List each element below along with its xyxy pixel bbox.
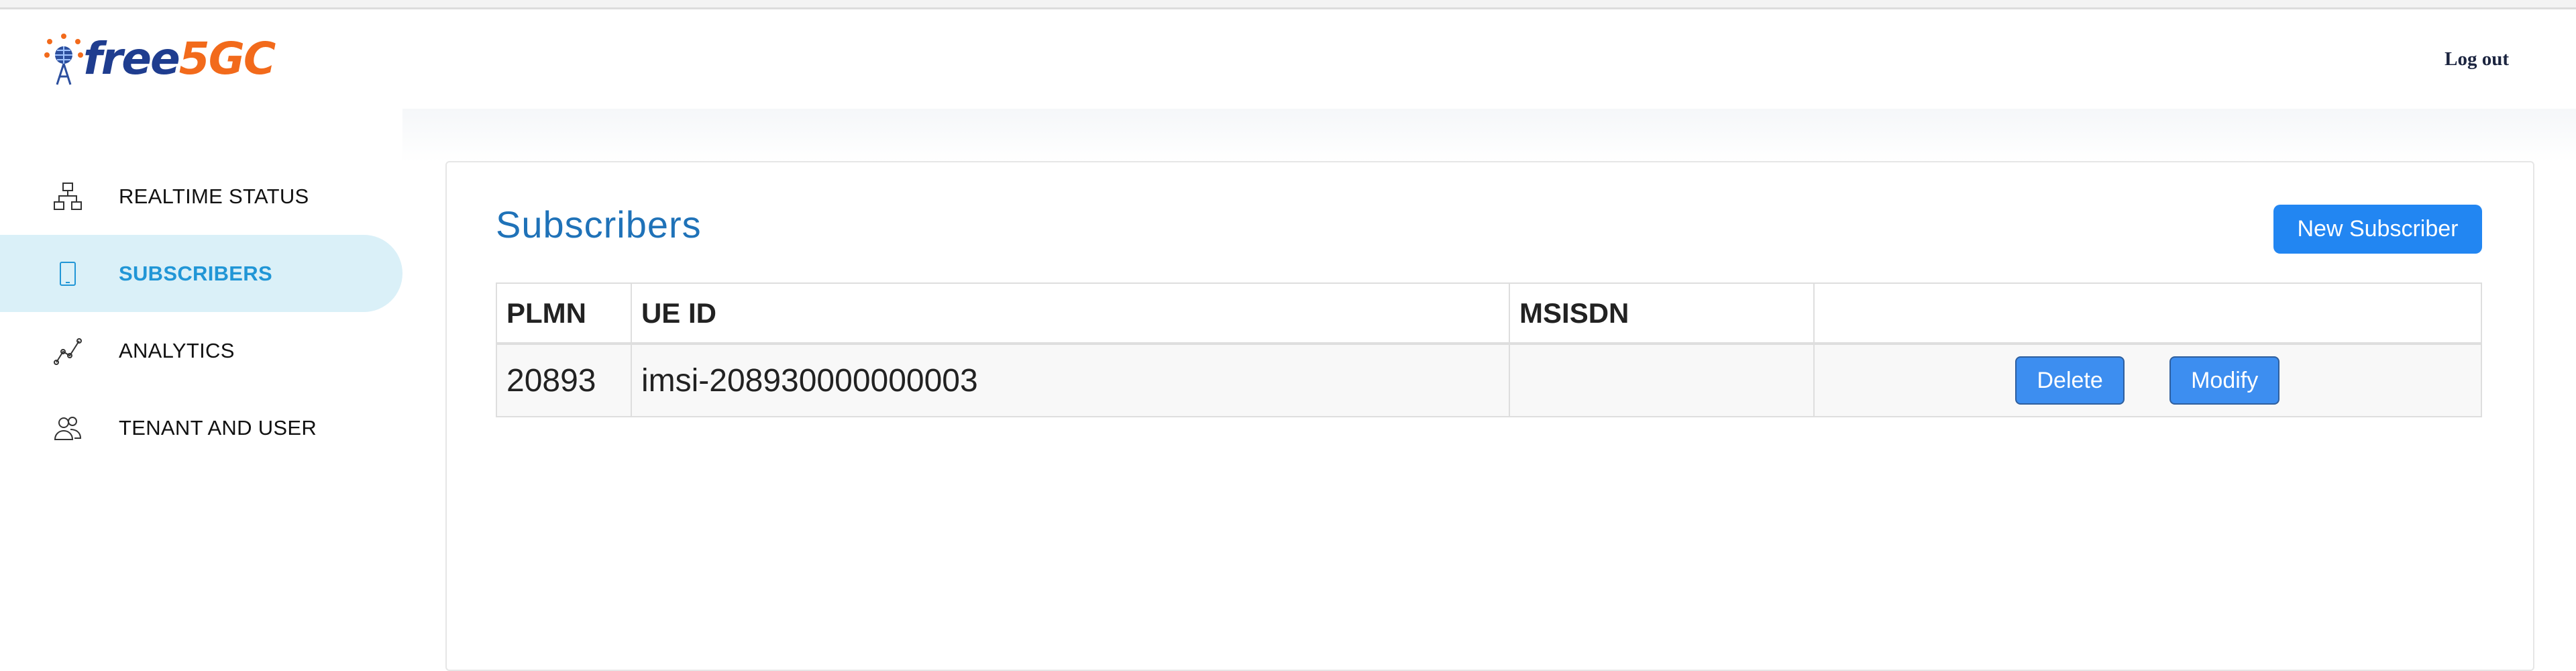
sitemap-icon: [52, 181, 83, 212]
column-header-actions: [1813, 282, 2483, 345]
sidebar: REALTIME STATUS SUBSCRIBERS ANALYTICS TE…: [0, 158, 402, 466]
page-title: Subscribers: [496, 203, 702, 246]
sidebar-item-analytics[interactable]: ANALYTICS: [0, 312, 402, 389]
cell-msisdn: [1509, 343, 1815, 417]
sidebar-item-subscribers[interactable]: SUBSCRIBERS: [0, 235, 402, 312]
cell-plmn: 20893: [496, 343, 632, 417]
cell-actions: Delete Modify: [1813, 343, 2483, 417]
table-row[interactable]: 20893 imsi-208930000000003 Delete Modify: [496, 343, 2483, 417]
column-header-ue-id[interactable]: UE ID: [630, 282, 1511, 345]
subscribers-table: PLMN UE ID MSISDN 20893 imsi-20893000000…: [496, 282, 2483, 417]
tablet-icon: [52, 258, 83, 289]
sidebar-item-label: SUBSCRIBERS: [119, 261, 272, 285]
table-header-row: PLMN UE ID MSISDN: [496, 282, 2483, 345]
sidebar-item-realtime-status[interactable]: REALTIME STATUS: [0, 158, 402, 235]
antenna-globe-icon: [44, 32, 83, 86]
sidebar-item-label: ANALYTICS: [119, 338, 235, 362]
users-icon: [52, 413, 83, 444]
cell-ue-id: imsi-208930000000003: [630, 343, 1511, 417]
sidebar-item-tenant-and-user[interactable]: TENANT AND USER: [0, 389, 402, 466]
new-subscriber-button[interactable]: New Subscriber: [2273, 205, 2482, 254]
line-chart-icon: [52, 336, 83, 366]
logout-link[interactable]: Log out: [2445, 46, 2509, 72]
column-header-plmn[interactable]: PLMN: [496, 282, 632, 345]
column-header-msisdn[interactable]: MSISDN: [1509, 282, 1815, 345]
modify-button[interactable]: Modify: [2169, 356, 2280, 405]
delete-button[interactable]: Delete: [2015, 356, 2125, 405]
free5gc-logo[interactable]: free5GC: [44, 32, 286, 86]
content-header-shadow: [402, 109, 2576, 162]
logo-wordmark: free5GC: [83, 33, 276, 85]
sidebar-item-label: TENANT AND USER: [119, 415, 317, 440]
sidebar-item-label: REALTIME STATUS: [119, 184, 309, 208]
browser-top-edge: [0, 0, 2576, 9]
